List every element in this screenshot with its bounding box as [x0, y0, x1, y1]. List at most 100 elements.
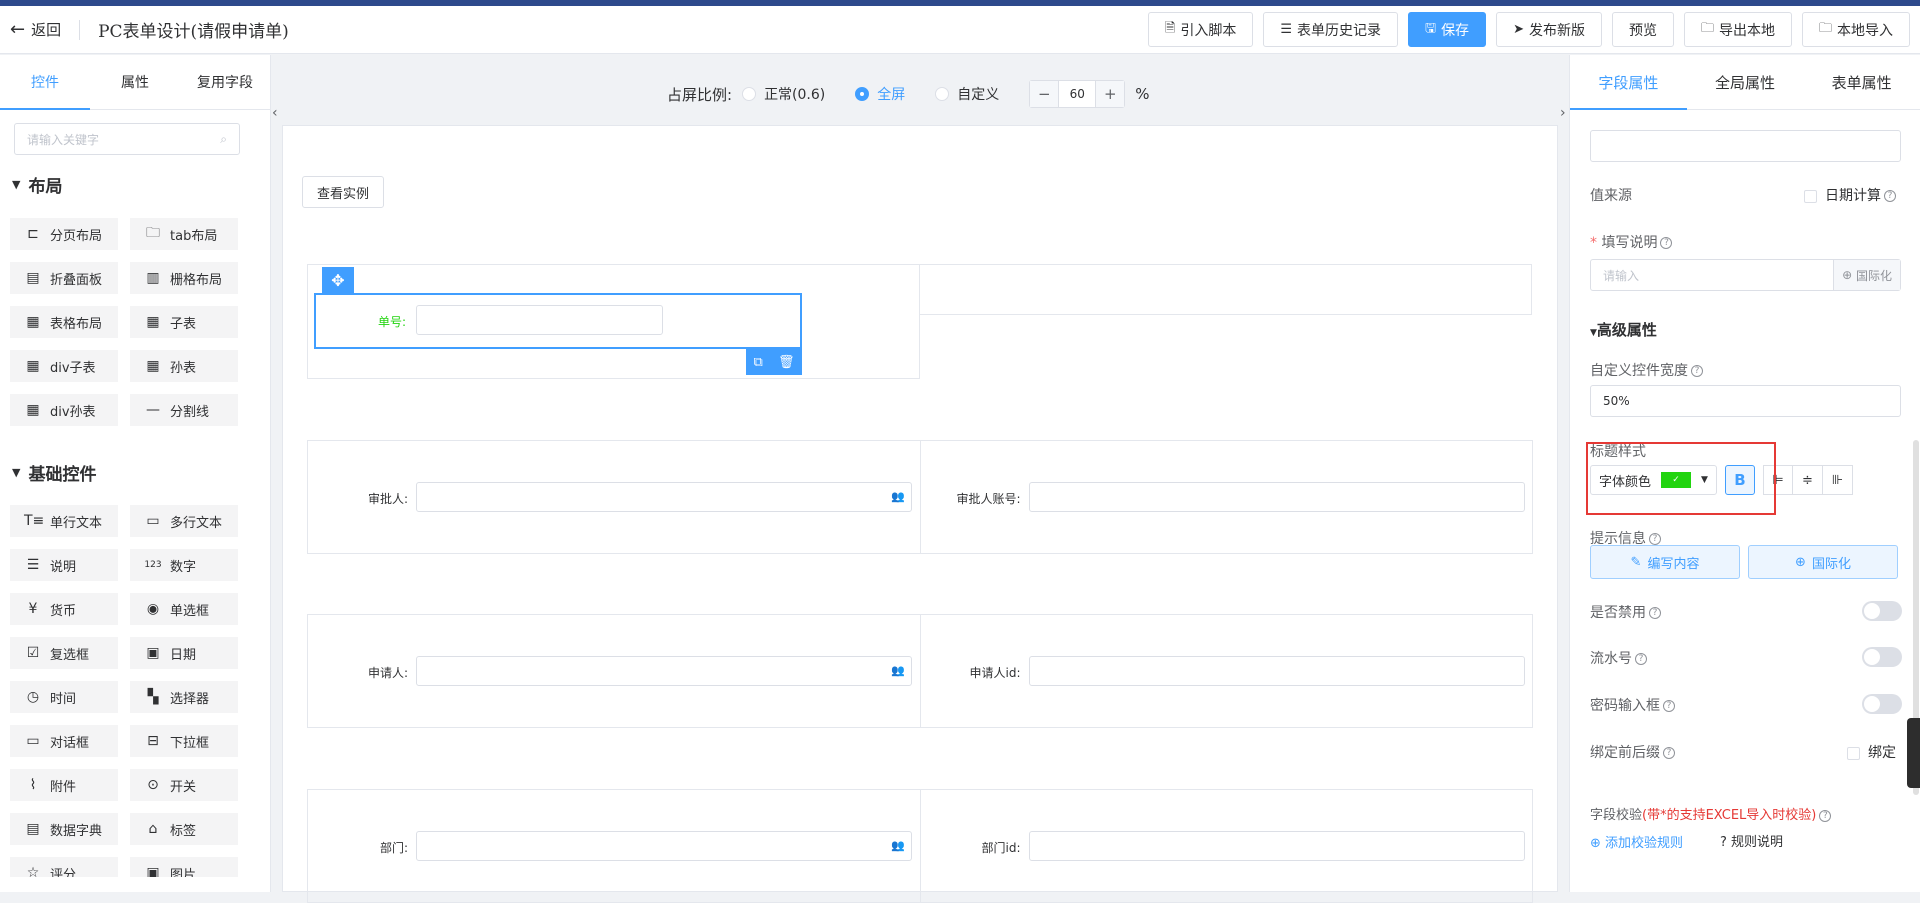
import-local-button[interactable]: 🗀 本地导入 [1801, 12, 1910, 47]
control-item[interactable]: ▭ 多行文本 [130, 505, 238, 537]
applicant-id-input[interactable] [1028, 656, 1525, 686]
approver-input[interactable]: 👥 [416, 482, 912, 512]
control-item[interactable]: ▣ 日期 [130, 637, 238, 669]
copy-icon[interactable]: ⧉ [754, 355, 763, 370]
tab-controls[interactable]: 控件 [0, 55, 90, 110]
preview-button[interactable]: 预览 [1611, 12, 1674, 47]
control-item[interactable]: ⊙ 开关 [130, 769, 238, 801]
import-script-button[interactable]: 🗎 引入脚本 [1147, 12, 1254, 47]
control-item[interactable]: ▥ 栅格布局 [130, 262, 238, 294]
value-source-label: 值来源 [1590, 188, 1632, 204]
field-label: 申请人: [367, 666, 408, 680]
publish-button[interactable]: ➤ 发布新版 [1496, 12, 1602, 47]
form-history-button[interactable]: ☰ 表单历史记录 [1263, 12, 1398, 47]
basic-section-title[interactable]: ▼ 基础控件 [12, 460, 96, 485]
tab-form-properties[interactable]: 表单属性 [1803, 55, 1920, 109]
user-select-icon[interactable]: 👥 [891, 490, 905, 503]
checkbox-icon: ☑ [26, 645, 40, 661]
property-input[interactable] [1590, 130, 1901, 162]
date-calc-checkbox[interactable]: 日期计算? [1804, 185, 1896, 205]
view-demo-button[interactable]: 查看实例 [302, 176, 385, 208]
ratio-option-custom[interactable]: 自定义 [935, 84, 999, 104]
ratio-value[interactable]: 60 [1058, 81, 1097, 107]
serial-no-text: 流水号 [1590, 651, 1632, 667]
highlight-box [1586, 442, 1776, 515]
control-item[interactable]: ¥ 货币 [10, 593, 118, 625]
control-item[interactable]: ⊟ 下拉框 [130, 725, 238, 757]
control-item[interactable]: ▚ 选择器 [130, 681, 238, 713]
control-item[interactable]: ▣ 图片 [130, 857, 238, 877]
field-label: 部门: [379, 841, 408, 855]
required-star: * [1590, 235, 1597, 251]
applicant-input[interactable]: 👥 [416, 656, 912, 686]
import-script-label: 引入脚本 [1180, 22, 1237, 39]
ratio-stepper: − 60 + [1029, 80, 1126, 108]
collapse-right-chevron-icon[interactable]: › [1560, 105, 1566, 121]
control-item[interactable]: ⌂ 标签 [130, 813, 238, 845]
delete-icon[interactable]: 🗑 [778, 355, 795, 370]
advanced-section-title[interactable]: ▼高级属性 [1590, 319, 1657, 340]
edit-content-button[interactable]: ✎ 编写内容 [1590, 545, 1740, 579]
decrement-button[interactable]: − [1030, 81, 1059, 107]
layout-section-title[interactable]: ▼ 布局 [12, 172, 62, 197]
tab-reuse-fields[interactable]: 复用字段 [180, 55, 270, 109]
disabled-toggle[interactable] [1862, 601, 1902, 621]
control-item[interactable]: ▦ 子表 [130, 306, 238, 338]
control-item[interactable]: ▤ 折叠面板 [10, 262, 118, 294]
back-button[interactable]: ← 返回 [0, 19, 61, 40]
user-select-icon[interactable]: 👥 [891, 839, 905, 852]
control-item[interactable]: ▦ 孙表 [130, 350, 238, 382]
control-label: 对话框 [50, 735, 90, 751]
control-item[interactable]: ⌇ 附件 [10, 769, 118, 801]
serial-no-toggle[interactable] [1862, 647, 1902, 667]
control-search-input[interactable]: 请输入关键字 ⌕ [14, 123, 240, 155]
save-button[interactable]: 🖫 保存 [1407, 12, 1487, 47]
department-input[interactable]: 👥 [416, 831, 912, 861]
bind-checkbox[interactable]: 绑定 [1847, 742, 1896, 762]
tab-global-properties[interactable]: 全局属性 [1687, 55, 1804, 109]
control-item[interactable]: ☆ 评分 [10, 857, 118, 877]
tab-properties[interactable]: 属性 [90, 55, 180, 109]
control-item[interactable]: ▦ div孙表 [10, 394, 118, 426]
control-item[interactable]: ☑ 复选框 [10, 637, 118, 669]
export-local-button[interactable]: 🗀 导出本地 [1683, 12, 1792, 47]
i18n-append-button[interactable]: ⊕ 国际化 [1833, 260, 1900, 290]
align-right-icon[interactable]: ⊪ [1822, 465, 1853, 495]
folder-icon: 🗀 [1818, 20, 1832, 36]
password-toggle[interactable] [1862, 694, 1902, 714]
fill-desc-input[interactable]: 请输入 ⊕ 国际化 [1590, 259, 1901, 291]
move-icon[interactable]: ✥ [322, 267, 354, 293]
control-item[interactable]: ▭ 对话框 [10, 725, 118, 757]
control-item[interactable]: ⊏ 分页布局 [10, 218, 118, 250]
control-item[interactable]: ▦ 表格布局 [10, 306, 118, 338]
tab-field-properties[interactable]: 字段属性 [1570, 55, 1687, 110]
collapse-left-chevron-icon[interactable]: ‹ [272, 105, 278, 121]
rule-desc-link[interactable]: ? 规则说明 [1720, 831, 1783, 850]
add-rule-link[interactable]: ⊕ 添加校验规则 [1590, 832, 1683, 851]
control-item[interactable]: 123 数字 [130, 549, 238, 581]
control-item[interactable]: ▦ div子表 [10, 350, 118, 382]
control-item[interactable]: ◷ 时间 [10, 681, 118, 713]
user-select-icon[interactable]: 👥 [891, 664, 905, 677]
increment-button[interactable]: + [1096, 81, 1125, 107]
password-input-label: 密码输入框? [1590, 695, 1675, 715]
control-item[interactable]: 🗀 tab布局 [130, 218, 238, 250]
i18n-button[interactable]: ⊕ 国际化 [1748, 545, 1898, 579]
help-icon: ? [1819, 809, 1832, 822]
order-no-input[interactable] [416, 305, 663, 335]
side-widget-tab[interactable] [1907, 718, 1920, 788]
custom-width-input[interactable]: 50% [1590, 385, 1901, 417]
control-item[interactable]: T≡ 单行文本 [10, 505, 118, 537]
align-center-icon[interactable]: ≑ [1792, 465, 1823, 495]
header-separator [79, 19, 81, 40]
control-item[interactable]: ▤ 数据字典 [10, 813, 118, 845]
control-item[interactable]: ☰ 说明 [10, 549, 118, 581]
ratio-option-normal[interactable]: 正常(0.6) [742, 84, 825, 104]
ratio-option-fullscreen[interactable]: 全屏 [855, 84, 905, 104]
control-label: 图片 [170, 867, 197, 878]
approver-account-input[interactable] [1028, 482, 1525, 512]
department-id-input[interactable] [1028, 831, 1525, 861]
control-item[interactable]: — 分割线 [130, 394, 238, 426]
selected-field[interactable]: ✥ 单号: ⧉ 🗑 [314, 267, 802, 375]
control-item[interactable]: ◉ 单选框 [130, 593, 238, 625]
